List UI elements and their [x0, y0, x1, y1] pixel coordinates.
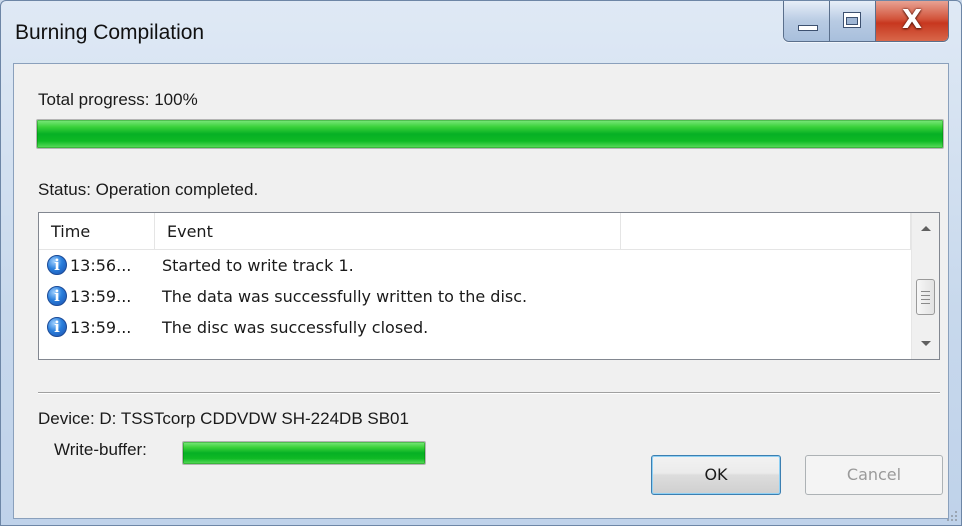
- total-progress-bar: [36, 119, 944, 149]
- divider: [38, 392, 940, 394]
- info-icon: i: [47, 317, 67, 337]
- log-row[interactable]: i 13:56... Started to write track 1.: [39, 250, 911, 281]
- log-time: 13:59...: [70, 318, 132, 337]
- burning-dialog-window: Burning Compilation X Total progress: 10…: [0, 0, 962, 526]
- window-title: Burning Compilation: [15, 21, 205, 44]
- write-buffer-bar: [182, 441, 426, 465]
- log-time: 13:59...: [70, 287, 132, 306]
- chevron-down-icon: [921, 341, 931, 346]
- log-event: The disc was successfully closed.: [162, 318, 429, 337]
- log-event: The data was successfully written to the…: [162, 287, 528, 306]
- chevron-up-icon: [921, 226, 931, 231]
- dialog-content: Total progress: 100% Status: Operation c…: [13, 63, 949, 519]
- column-header-time[interactable]: Time: [39, 213, 155, 249]
- ok-button[interactable]: OK: [651, 455, 781, 495]
- event-log-list[interactable]: Time Event i 13:56... Started to write t…: [38, 212, 940, 360]
- vertical-scrollbar[interactable]: [911, 213, 939, 359]
- close-icon: X: [901, 5, 923, 35]
- write-buffer-fill: [183, 442, 425, 464]
- device-info: Device: D: TSSTcorp CDDVDW SH-224DB SB01: [38, 409, 409, 428]
- minimize-icon: [798, 25, 818, 31]
- close-button[interactable]: X: [876, 1, 948, 41]
- log-event: Started to write track 1.: [162, 256, 354, 275]
- grip-line: [921, 295, 930, 296]
- cancel-button[interactable]: Cancel: [805, 455, 943, 495]
- grip-line: [921, 291, 930, 292]
- maximize-icon: [843, 12, 861, 28]
- total-progress-label: Total progress: 100%: [38, 90, 198, 109]
- list-header: Time Event: [39, 213, 911, 250]
- log-time: 13:56...: [70, 256, 132, 275]
- scroll-down-button[interactable]: [912, 329, 939, 357]
- scroll-thumb[interactable]: [916, 279, 935, 315]
- resize-grip-icon[interactable]: [943, 507, 957, 521]
- caption-buttons: X: [783, 1, 949, 42]
- total-progress-fill: [37, 120, 943, 148]
- write-buffer-label: Write-buffer:: [54, 440, 147, 459]
- title-bar[interactable]: Burning Compilation X: [1, 1, 961, 63]
- column-header-event[interactable]: Event: [155, 213, 621, 249]
- grip-line: [921, 299, 930, 300]
- grip-line: [921, 303, 930, 304]
- log-row[interactable]: i 13:59... The data was successfully wri…: [39, 281, 911, 312]
- status-text: Status: Operation completed.: [38, 180, 259, 199]
- log-row[interactable]: i 13:59... The disc was successfully clo…: [39, 312, 911, 343]
- column-header-filler: [621, 213, 911, 249]
- maximize-button[interactable]: [830, 1, 876, 41]
- minimize-button[interactable]: [784, 1, 830, 41]
- scroll-up-button[interactable]: [912, 215, 939, 243]
- info-icon: i: [47, 255, 67, 275]
- info-icon: i: [47, 286, 67, 306]
